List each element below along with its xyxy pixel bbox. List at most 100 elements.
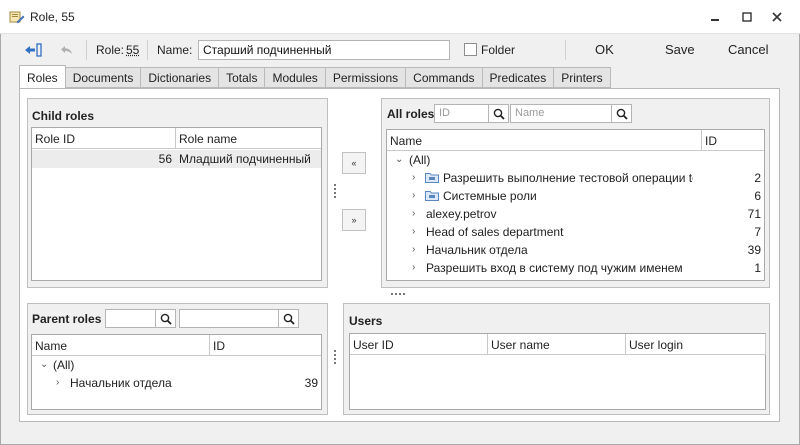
name-search-input[interactable]: Name <box>510 104 614 123</box>
role-name: Системные роли <box>443 189 537 203</box>
name-search-button[interactable] <box>611 104 632 123</box>
tab-documents[interactable]: Documents <box>65 67 142 88</box>
role-name: alexey.petrov <box>426 207 497 221</box>
chevron-right-icon[interactable]: › <box>412 208 415 219</box>
save-button[interactable]: Save <box>665 42 695 57</box>
role-label: Role: <box>96 43 125 57</box>
grid-header: Name ID <box>32 335 321 356</box>
close-button[interactable] <box>766 8 788 26</box>
double-chevron-left-icon: « <box>351 158 357 168</box>
toolbar-separator <box>565 40 566 60</box>
tab-modules[interactable]: Modules <box>265 67 326 88</box>
users-panel: Users User ID User name User login <box>343 303 770 415</box>
minimize-button[interactable] <box>704 8 726 26</box>
column-header-id[interactable]: ID <box>210 335 322 356</box>
magnifier-icon <box>283 313 295 325</box>
list-item[interactable]: › Разрешить вход в систему под чужим име… <box>387 259 764 277</box>
role-name: Разрешить выполнение тестовой операции t… <box>443 171 693 185</box>
vertical-splitter[interactable] <box>334 350 337 364</box>
list-item[interactable]: › Head of sales department 7 <box>387 223 764 241</box>
column-header-user-id[interactable]: User ID <box>350 334 488 355</box>
role-id: 2 <box>754 171 761 185</box>
tab-printers[interactable]: Printers <box>554 67 611 88</box>
role-name: Начальник отдела <box>70 376 172 390</box>
toolbar-separator <box>86 40 87 60</box>
child-roles-panel: Child roles Role ID Role name 56 Младший… <box>27 98 328 288</box>
name-input[interactable]: Старший подчиненный <box>198 40 450 60</box>
parent-id-search-input[interactable] <box>105 309 157 328</box>
folder-checkbox[interactable] <box>464 43 477 56</box>
tree-root-label: (All) <box>409 153 431 167</box>
chevron-down-icon[interactable]: ⌄ <box>395 154 403 165</box>
list-item[interactable]: › Разрешить выполнение тестовой операции… <box>387 169 764 187</box>
column-header-user-name[interactable]: User name <box>488 334 626 355</box>
tab-dictionaries[interactable]: Dictionaries <box>141 67 220 88</box>
parent-name-search-input[interactable] <box>179 309 281 328</box>
vertical-splitter[interactable] <box>334 184 337 198</box>
child-roles-title: Child roles <box>32 109 95 123</box>
column-header-role-name[interactable]: Role name <box>176 128 322 149</box>
parent-roles-grid[interactable]: Name ID ⌄ (All) › Начальник отдела 39 <box>31 334 322 410</box>
column-header-id[interactable]: ID <box>702 130 765 151</box>
role-id-value[interactable]: 55 <box>126 43 139 57</box>
toolbar: Role: 55 Name: Старший подчиненный Folde… <box>0 34 800 66</box>
tab-roles[interactable]: Roles <box>19 65 66 88</box>
horizontal-splitter[interactable] <box>391 293 405 296</box>
tree-root-label: (All) <box>53 358 75 372</box>
folder-label: Folder <box>481 43 516 57</box>
chevron-down-icon[interactable]: ⌄ <box>40 359 48 370</box>
role-name: Начальник отдела <box>426 243 528 257</box>
ok-button[interactable]: OK <box>595 42 614 57</box>
tab-permissions[interactable]: Permissions <box>325 67 407 88</box>
list-item[interactable]: › alexey.petrov 71 <box>387 205 764 223</box>
magnifier-icon <box>160 313 172 325</box>
chevron-right-icon[interactable]: › <box>412 244 415 255</box>
magnifier-icon <box>493 108 505 120</box>
all-roles-panel: All roles ID Name Name ID ⌄ (All) › Разр… <box>381 98 770 288</box>
maximize-button[interactable] <box>736 8 758 26</box>
role-id: 7 <box>754 225 761 239</box>
chevron-right-icon[interactable]: › <box>56 377 59 388</box>
chevron-right-icon[interactable]: › <box>412 190 415 201</box>
users-grid[interactable]: User ID User name User login <box>349 333 766 410</box>
id-search-input[interactable]: ID <box>434 104 490 123</box>
tree-root-row[interactable]: ⌄ (All) <box>32 356 321 374</box>
users-title: Users <box>349 314 383 328</box>
column-header-name[interactable]: Name <box>387 130 702 151</box>
tab-bar: Roles Documents Dictionaries Totals Modu… <box>19 65 611 88</box>
column-header-user-login[interactable]: User login <box>626 334 766 355</box>
chevron-right-icon[interactable]: › <box>412 172 415 183</box>
tab-predicates[interactable]: Predicates <box>482 67 555 88</box>
title-bar: Role, 55 <box>0 0 800 34</box>
role-id: 71 <box>747 207 761 221</box>
tab-commands[interactable]: Commands <box>406 67 483 88</box>
folder-icon <box>425 190 439 204</box>
role-id: 39 <box>747 243 761 257</box>
toolbar-separator <box>147 40 148 60</box>
cancel-button[interactable]: Cancel <box>728 42 768 57</box>
table-row[interactable]: 56 Младший подчиненный <box>32 150 321 168</box>
id-search-button[interactable] <box>488 104 509 123</box>
tree-root-row[interactable]: ⌄ (All) <box>387 151 764 169</box>
chevron-right-icon[interactable]: › <box>412 226 415 237</box>
list-item[interactable]: › Системные роли 6 <box>387 187 764 205</box>
child-roles-grid[interactable]: Role ID Role name 56 Младший подчиненный <box>31 127 322 281</box>
list-item[interactable]: › Начальник отдела 39 <box>387 241 764 259</box>
grid-header: Name ID <box>387 130 764 151</box>
column-header-role-id[interactable]: Role ID <box>32 128 176 149</box>
parent-name-search-button[interactable] <box>278 309 299 328</box>
role-name-cell: Младший подчиненный <box>179 152 311 166</box>
column-header-name[interactable]: Name <box>32 335 210 356</box>
move-right-button[interactable]: » <box>342 209 366 231</box>
name-label: Name: <box>157 43 193 57</box>
role-id: 6 <box>754 189 761 203</box>
list-item[interactable]: › Начальник отдела 39 <box>32 374 321 392</box>
undo-icon[interactable] <box>58 42 76 58</box>
back-arrow-icon[interactable] <box>24 42 42 58</box>
parent-id-search-button[interactable] <box>155 309 176 328</box>
move-left-button[interactable]: « <box>342 152 366 174</box>
all-roles-grid[interactable]: Name ID ⌄ (All) › Разрешить выполнение т… <box>386 129 765 281</box>
tab-totals[interactable]: Totals <box>219 67 266 88</box>
parent-roles-panel: Parent roles Name ID ⌄ (All) › Начальник… <box>27 303 328 415</box>
chevron-right-icon[interactable]: › <box>412 262 415 273</box>
